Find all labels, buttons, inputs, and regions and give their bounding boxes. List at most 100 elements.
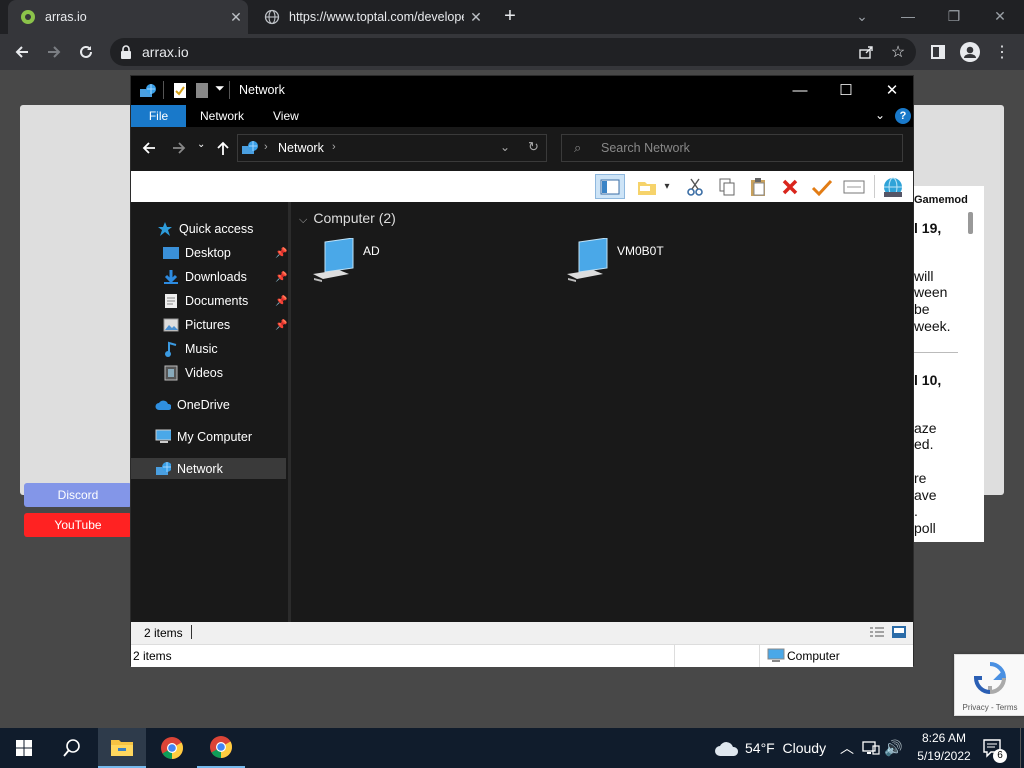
network-icon[interactable]: [862, 740, 880, 759]
forward-icon[interactable]: [42, 40, 66, 64]
minimize-icon[interactable]: —: [888, 4, 928, 28]
pin-icon[interactable]: 📌: [275, 248, 287, 259]
bookmark-star-icon[interactable]: ☆: [886, 40, 910, 64]
navigation-bar: ⌄ › Network › ⌄ ↻ ⌕ Search Network: [131, 127, 913, 170]
nav-music[interactable]: Music: [163, 338, 218, 360]
network-globe-icon[interactable]: [880, 174, 906, 199]
document-icon: [163, 293, 179, 309]
pin-icon[interactable]: 📌: [275, 320, 287, 331]
search-box[interactable]: ⌕ Search Network: [561, 134, 903, 162]
address-bar[interactable]: arrax.io: [110, 38, 916, 66]
side-panel-icon[interactable]: [926, 40, 950, 64]
show-hidden-icons-chevron-icon[interactable]: ︿: [840, 738, 854, 758]
tab-arras[interactable]: arras.io ✕: [8, 0, 248, 34]
browser-toolbar: arrax.io ☆ ⋮: [0, 34, 1024, 70]
recaptcha-badge[interactable]: Privacy - Terms: [954, 654, 1024, 716]
forward-icon[interactable]: [171, 140, 187, 159]
help-icon[interactable]: ?: [895, 108, 911, 124]
menu-kebab-icon[interactable]: ⋮: [990, 40, 1014, 64]
recaptcha-links[interactable]: Privacy - Terms: [955, 703, 1024, 712]
cloud-weather-icon[interactable]: [714, 739, 740, 760]
tab-close-icon[interactable]: ✕: [464, 9, 488, 26]
rename-icon[interactable]: [841, 174, 867, 199]
pin-icon[interactable]: 📌: [275, 296, 287, 307]
paste-icon[interactable]: [745, 174, 771, 199]
taskbar-file-explorer-icon[interactable]: [98, 728, 146, 768]
taskbar-chrome-icon[interactable]: [148, 728, 196, 768]
discord-button[interactable]: Discord: [24, 483, 132, 507]
nav-my-computer[interactable]: My Computer: [155, 426, 252, 448]
tab-toptal[interactable]: https://www.toptal.com/develope ✕: [252, 0, 488, 34]
nav-desktop[interactable]: Desktop: [163, 242, 231, 264]
minimize-icon[interactable]: —: [777, 76, 823, 105]
breadcrumb-separator-icon[interactable]: ›: [264, 141, 268, 153]
profile-avatar-icon[interactable]: [958, 40, 982, 64]
computer-item-vm0b0t[interactable]: VM0B0T: [565, 237, 664, 287]
close-icon[interactable]: ✕: [980, 4, 1020, 28]
share-icon[interactable]: [854, 40, 878, 64]
clock-time[interactable]: 8:26 AM: [916, 731, 972, 745]
news-scrollbar[interactable]: [968, 212, 973, 234]
restore-icon[interactable]: ❐: [934, 4, 974, 28]
new-tab-button[interactable]: +: [498, 4, 522, 28]
volume-icon[interactable]: 🔊: [884, 739, 903, 757]
preview-pane-icon[interactable]: [595, 174, 625, 199]
collapse-chevron-icon[interactable]: ⌵: [299, 214, 307, 226]
group-header[interactable]: ⌵ Computer (2): [299, 210, 396, 227]
nav-documents[interactable]: Documents: [163, 290, 248, 312]
copy-icon[interactable]: [714, 174, 740, 199]
tab-search-icon[interactable]: ⌄: [842, 4, 882, 28]
tab-view[interactable]: View: [273, 105, 299, 127]
tab-close-icon[interactable]: ✕: [224, 9, 248, 26]
breadcrumb-separator-icon[interactable]: ›: [332, 141, 336, 153]
tab-network[interactable]: Network: [200, 105, 244, 127]
weather-text[interactable]: 54°F Cloudy: [745, 740, 826, 756]
address-dropdown-icon[interactable]: ⌄: [500, 140, 510, 154]
back-icon[interactable]: [141, 140, 157, 159]
breadcrumb-network[interactable]: Network: [278, 141, 324, 155]
computer-item-ad[interactable]: AD: [311, 237, 380, 287]
group-header-label: Computer (2): [313, 210, 396, 226]
qat-dropdown-icon[interactable]: ⏷: [215, 81, 225, 96]
delete-icon[interactable]: [777, 174, 803, 199]
nav-downloads[interactable]: Downloads: [163, 266, 247, 288]
pin-icon[interactable]: 📌: [275, 272, 287, 283]
recent-locations-chevron-icon[interactable]: ⌄: [197, 139, 205, 150]
nav-network[interactable]: Network: [155, 458, 223, 480]
status-divider: [191, 625, 192, 639]
reload-icon[interactable]: [74, 40, 98, 64]
folder-options-icon[interactable]: [634, 174, 660, 199]
explorer-title-bar[interactable]: ⏷ Network — ☐ ✕: [131, 76, 913, 105]
cut-icon[interactable]: [682, 174, 708, 199]
nav-quick-access[interactable]: Quick access: [157, 218, 253, 240]
checkmark-icon[interactable]: [809, 174, 835, 199]
new-folder-qat-icon[interactable]: [195, 82, 209, 102]
folder-options-dropdown-icon[interactable]: ▾: [661, 174, 673, 199]
address-box[interactable]: › Network › ⌄ ↻: [237, 134, 547, 162]
large-icons-view-icon[interactable]: [891, 625, 907, 642]
title-divider: [229, 81, 230, 99]
news-text: week.: [914, 318, 951, 334]
nav-videos[interactable]: Videos: [163, 362, 223, 384]
tab-file[interactable]: File: [131, 105, 186, 127]
clock-date[interactable]: 5/19/2022: [912, 749, 976, 763]
nav-label: Pictures: [185, 318, 231, 332]
back-icon[interactable]: [10, 40, 34, 64]
taskbar-chrome-icon[interactable]: [197, 728, 245, 768]
command-divider: [874, 175, 875, 198]
nav-pictures[interactable]: Pictures: [163, 314, 230, 336]
youtube-button[interactable]: YouTube: [24, 513, 132, 537]
refresh-icon[interactable]: ↻: [528, 139, 539, 155]
close-icon[interactable]: ✕: [869, 76, 915, 105]
details-view-icon[interactable]: [869, 626, 885, 641]
maximize-icon[interactable]: ☐: [823, 76, 869, 105]
download-arrow-icon: [163, 269, 179, 285]
windows-start-icon[interactable]: [0, 728, 48, 768]
nav-onedrive[interactable]: OneDrive: [155, 394, 230, 416]
up-arrow-icon[interactable]: [215, 140, 231, 159]
properties-qat-icon[interactable]: [173, 82, 187, 102]
ribbon-expand-chevron-icon[interactable]: ⌄: [875, 108, 885, 122]
search-icon[interactable]: [48, 728, 96, 768]
news-text: poll: [914, 520, 936, 536]
show-desktop-button[interactable]: [1020, 728, 1024, 768]
